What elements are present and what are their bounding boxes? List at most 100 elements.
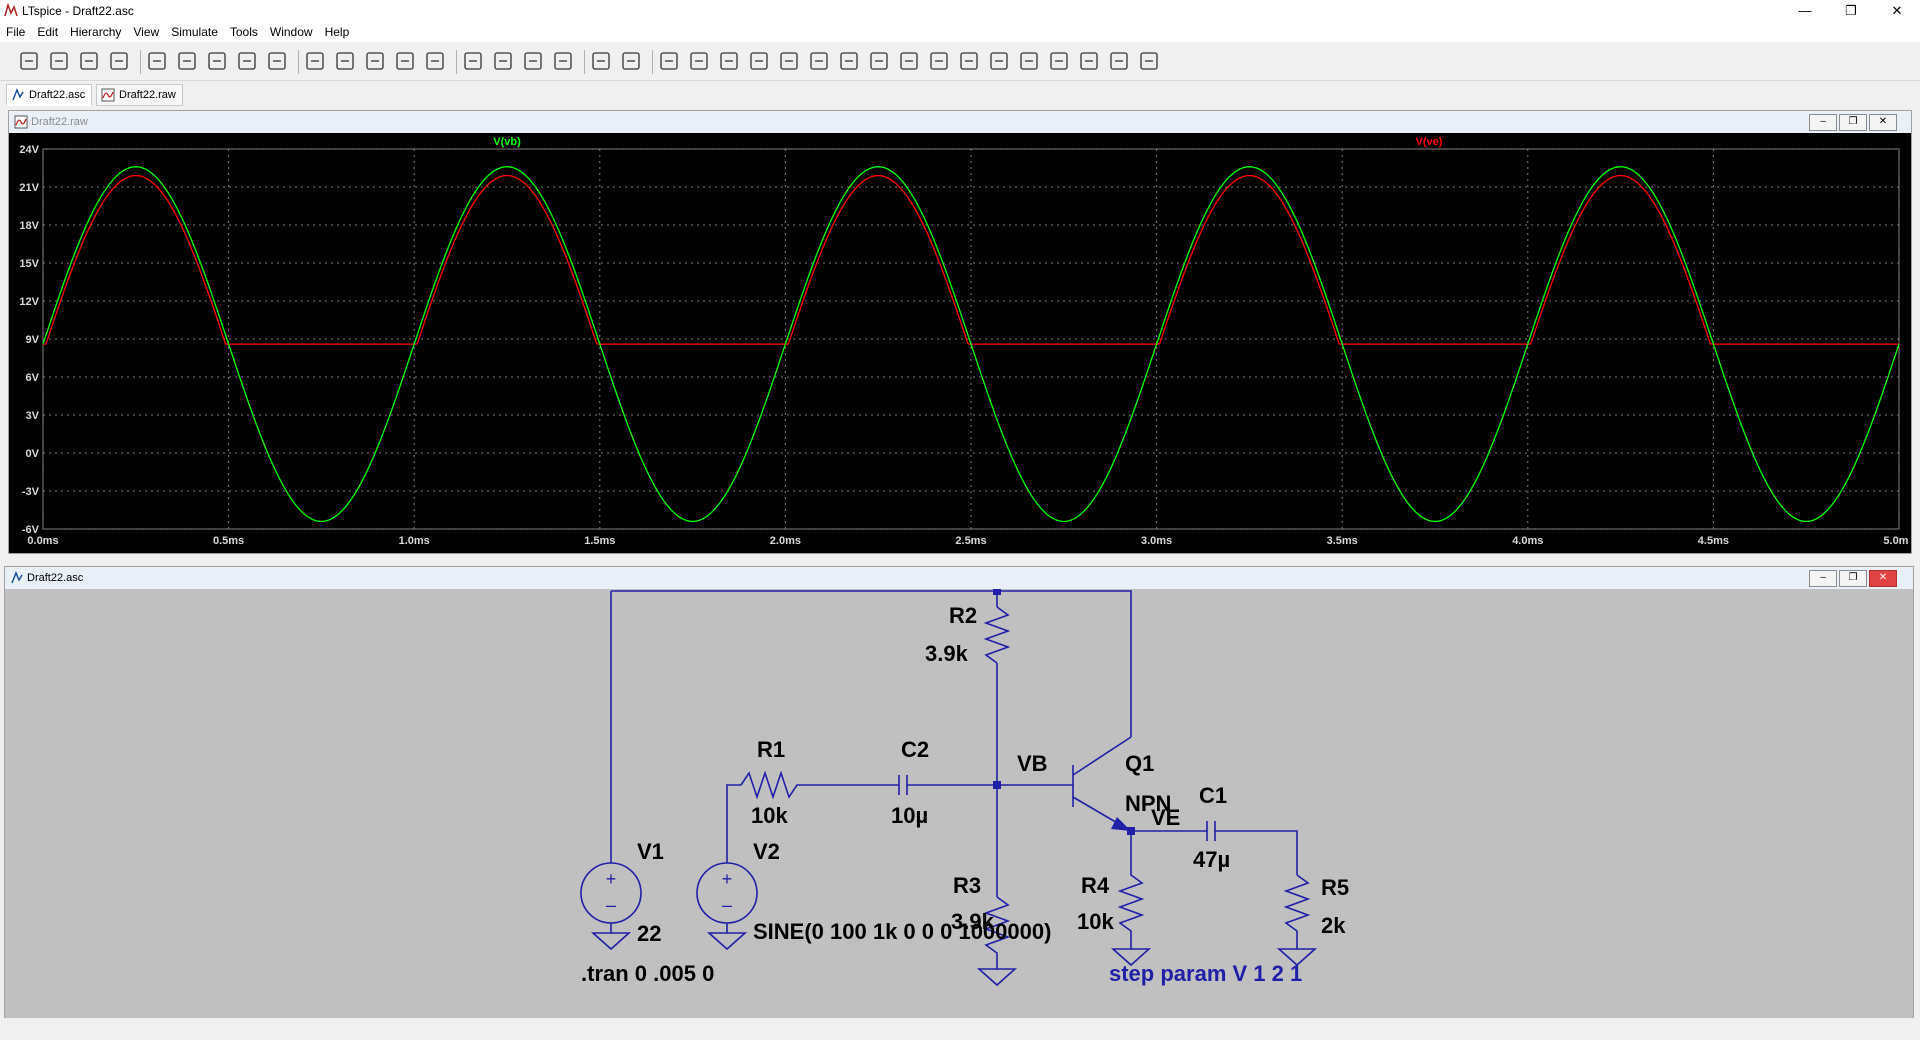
title-bar: LTspice - Draft22.asc — ❐ ✕ [0, 0, 1920, 22]
halt-icon[interactable] [146, 50, 168, 72]
ground-icon[interactable] [718, 50, 740, 72]
resistor-icon[interactable] [778, 50, 800, 72]
save-icon[interactable] [78, 50, 100, 72]
r5-value: 2k [1321, 913, 1346, 938]
cascade-icon[interactable] [462, 50, 484, 72]
inductor-icon[interactable] [838, 50, 860, 72]
menu-help[interactable]: Help [319, 22, 356, 39]
svg-text:+: + [606, 869, 617, 889]
menu-file[interactable]: File [0, 22, 31, 39]
r1-name: R1 [757, 737, 785, 762]
x-tick-label: 0.5ms [213, 535, 244, 547]
menu-view[interactable]: View [127, 22, 165, 39]
spice-directive-icon[interactable] [1138, 50, 1160, 72]
schematic-window-title: Draft22.asc [27, 572, 84, 584]
toolbar-separator [652, 50, 653, 74]
tab-label: Draft22.asc [29, 89, 86, 101]
zoom-fit-icon[interactable] [304, 50, 326, 72]
schematic-canvas[interactable]: + – + – R2 3.9k R1 10k C2 10µ VB Q1 NPN C1 [9, 587, 1909, 1015]
net-label-vb: VB [1017, 751, 1048, 776]
zoom-area-icon[interactable] [236, 50, 258, 72]
tile-vertical-icon[interactable] [424, 50, 446, 72]
menu-hierarchy[interactable]: Hierarchy [64, 22, 127, 39]
plot-window-titlebar[interactable]: Draft22.raw – ❐ ✕ [9, 111, 1911, 133]
waveform-plot[interactable]: 24V21V18V15V12V9V6V3V0V-3V-6V0.0ms 0.5ms 1… [9, 133, 1914, 551]
menu-tools[interactable]: Tools [224, 22, 264, 39]
junction-dot [993, 781, 1001, 789]
text-icon[interactable] [1108, 50, 1130, 72]
schematic-minimize-button[interactable]: – [1809, 570, 1837, 587]
menu-simulate[interactable]: Simulate [165, 22, 224, 39]
close-button[interactable]: ✕ [1874, 0, 1920, 22]
tile-horizontal-icon[interactable] [394, 50, 416, 72]
y-tick-label: 0V [26, 448, 40, 460]
restore-button[interactable]: ❐ [1828, 0, 1874, 22]
schematic-window-titlebar[interactable]: Draft22.asc – ❐ ✕ [5, 567, 1913, 589]
cut-icon[interactable] [492, 50, 514, 72]
drag-icon[interactable] [958, 50, 980, 72]
waveform-icon [101, 88, 115, 102]
legend-vb[interactable]: V(vb) [493, 136, 521, 148]
minimize-button[interactable]: — [1782, 0, 1828, 22]
plot-minimize-button[interactable]: – [1809, 114, 1837, 131]
y-tick-label: 12V [19, 296, 39, 308]
find-icon[interactable] [590, 50, 612, 72]
pan-icon[interactable] [176, 50, 198, 72]
control-panel-icon[interactable] [108, 50, 130, 72]
toolbar [0, 42, 1920, 81]
r1-value: 10k [751, 803, 788, 828]
transistor-q1-collector [1072, 736, 1132, 776]
print-icon[interactable] [620, 50, 642, 72]
ground-v2 [706, 932, 748, 951]
plot-restore-button[interactable]: ❐ [1839, 114, 1867, 131]
resistor-r5 [1283, 874, 1311, 949]
schematic-drawing[interactable]: +– +– R2 3.9k R1 10k C2 10µ VB Q1 NPN C1 [9, 587, 1909, 1015]
junction-dot [1127, 827, 1135, 835]
copy-icon[interactable] [522, 50, 544, 72]
v1-name: V1 [637, 839, 664, 864]
legend-ve[interactable]: V(ve) [1416, 136, 1443, 148]
tab-waveform[interactable]: Draft22.raw [96, 84, 183, 106]
c1-value: 47µ [1193, 847, 1230, 872]
move-icon[interactable] [928, 50, 950, 72]
diode-icon[interactable] [868, 50, 890, 72]
open-icon[interactable] [48, 50, 70, 72]
plot-frame [42, 148, 1900, 530]
print-preview-icon[interactable] [658, 50, 680, 72]
autorange-icon[interactable] [334, 50, 356, 72]
resistor-r1 [740, 770, 899, 800]
v2-name: V2 [753, 839, 780, 864]
zoom-in-icon[interactable] [206, 50, 228, 72]
svg-text:–: – [722, 895, 732, 915]
schematic-icon [12, 88, 24, 101]
junction-dot [993, 587, 1001, 595]
rotate-icon[interactable] [1048, 50, 1070, 72]
toolbar-separator [584, 50, 585, 74]
paste-icon[interactable] [552, 50, 574, 72]
ltspice-logo-icon [4, 3, 18, 17]
label-net-icon[interactable] [748, 50, 770, 72]
run-icon[interactable] [18, 50, 40, 72]
wire-icon[interactable] [688, 50, 710, 72]
wire-v2 [726, 784, 741, 863]
marker-icon[interactable] [364, 50, 386, 72]
r5-name: R5 [1321, 875, 1349, 900]
component-icon[interactable] [898, 50, 920, 72]
capacitor-icon[interactable] [808, 50, 830, 72]
tran-directive[interactable]: .tran 0 .005 0 [581, 961, 714, 986]
zoom-out-icon[interactable] [266, 50, 288, 72]
schematic-restore-button[interactable]: ❐ [1839, 570, 1867, 587]
tab-schematic[interactable]: Draft22.asc [6, 84, 93, 106]
x-tick-label: 1.0ms [399, 535, 430, 547]
redo-icon[interactable] [1018, 50, 1040, 72]
plot-close-button[interactable]: ✕ [1869, 114, 1897, 131]
c2-value: 10µ [891, 803, 928, 828]
schematic-close-button[interactable]: ✕ [1869, 570, 1897, 587]
menu-window[interactable]: Window [264, 22, 319, 39]
mirror-icon[interactable] [1078, 50, 1100, 72]
q1-name: Q1 [1125, 751, 1154, 776]
menu-edit[interactable]: Edit [31, 22, 64, 39]
undo-icon[interactable] [988, 50, 1010, 72]
plot-area[interactable]: 24V 21V 18V 15V 12V 9V 6V 3V 0V -3V -6V 0.0ms 0.5ms 1… [9, 133, 1915, 553]
step-directive[interactable]: step param V 1 2 1 [1109, 961, 1302, 986]
